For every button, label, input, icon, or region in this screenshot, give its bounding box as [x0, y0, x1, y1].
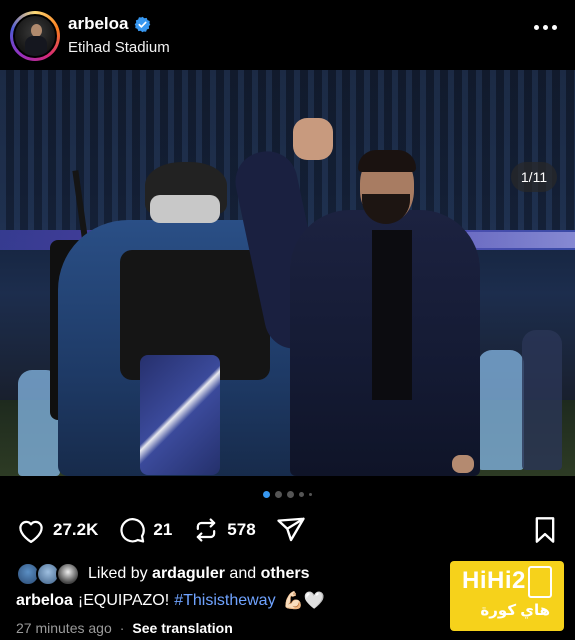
more-dot: [543, 25, 548, 30]
liker-avatar: [56, 562, 80, 586]
see-translation-link[interactable]: See translation: [132, 620, 232, 636]
comment-button[interactable]: 21: [118, 516, 192, 544]
shirt: [372, 230, 412, 400]
coach-hand: [452, 455, 474, 473]
carousel-dot-active: [263, 491, 270, 498]
watermark-frame: [528, 566, 552, 598]
post-time: 27 minutes ago: [16, 620, 112, 636]
send-icon: [276, 517, 305, 542]
meta-separator: ·: [119, 620, 125, 636]
caption: arbeloa ¡EQUIPAZO! #Thisistheway 💪🏻🤍: [16, 591, 325, 611]
reposts-count[interactable]: 578: [227, 520, 255, 540]
caption-emoji: 💪🏻🤍: [282, 591, 325, 611]
raised-fist: [293, 118, 333, 160]
carousel-dots: [0, 491, 575, 498]
more-dot: [534, 25, 539, 30]
caption-hashtag[interactable]: #Thisistheway: [174, 592, 275, 610]
action-bar: 27.2K 21 578: [16, 514, 306, 546]
save-button[interactable]: [533, 516, 557, 549]
more-options-icon[interactable]: [534, 25, 557, 30]
watermark-arabic: هاي كورة: [480, 602, 550, 619]
caption-text: ¡EQUIPAZO!: [77, 592, 170, 609]
repost-button[interactable]: 578: [192, 516, 275, 544]
liked-by-connector: and: [229, 565, 257, 582]
username-row: arbeloa: [68, 14, 151, 34]
operator-hair: [150, 195, 220, 223]
carousel-dot: [309, 493, 312, 496]
comment-icon: [120, 518, 146, 543]
media-counter: 1/11: [511, 162, 557, 192]
liker-avatars: [16, 562, 82, 586]
story-ring[interactable]: [10, 11, 60, 61]
carousel-dot: [275, 491, 282, 498]
watermark-logo: HiHi2 هاي كورة: [450, 561, 564, 631]
background-player: [478, 350, 524, 470]
share-button[interactable]: [276, 516, 306, 544]
post-header: arbeloa Etihad Stadium: [0, 0, 575, 70]
more-dot: [552, 25, 557, 30]
profile-avatar[interactable]: [13, 14, 57, 58]
username[interactable]: arbeloa: [68, 14, 128, 34]
repost-icon: [197, 518, 216, 542]
liked-by-others[interactable]: others: [261, 565, 310, 582]
watermark-latin: HiHi2: [462, 567, 526, 594]
like-button[interactable]: 27.2K: [16, 516, 118, 544]
avatar-torso: [25, 36, 47, 56]
bookmark-icon: [535, 517, 555, 543]
liked-by-prefix: Liked by: [88, 565, 148, 582]
carousel-dot: [287, 491, 294, 498]
post-location[interactable]: Etihad Stadium: [68, 39, 170, 56]
post-meta: 27 minutes ago · See translation: [16, 620, 233, 636]
scarf: [140, 355, 220, 475]
background-person: [522, 330, 562, 470]
liked-by-text: Liked by ardaguler and others: [88, 565, 309, 583]
carousel-dot: [299, 492, 304, 497]
post-photo[interactable]: 1/11: [0, 70, 575, 476]
coach-hair: [358, 150, 416, 172]
verified-badge-icon: [135, 16, 151, 32]
liked-by-row[interactable]: Liked by ardaguler and others: [16, 562, 309, 586]
heart-icon: [19, 520, 43, 543]
comments-count[interactable]: 21: [153, 520, 172, 540]
liked-by-user[interactable]: ardaguler: [152, 565, 225, 582]
caption-username[interactable]: arbeloa: [16, 592, 73, 610]
likes-count[interactable]: 27.2K: [53, 520, 98, 540]
